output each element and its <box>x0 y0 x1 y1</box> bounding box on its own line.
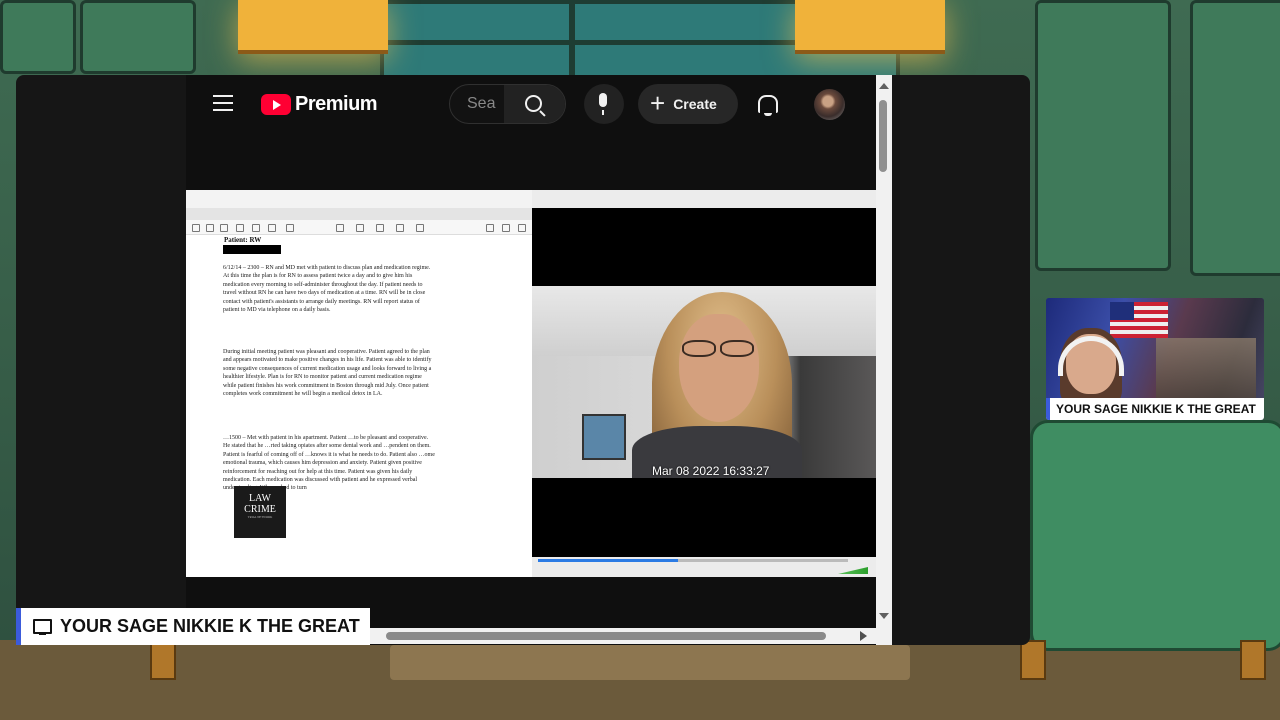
scroll-right-arrow-icon[interactable] <box>860 631 867 641</box>
monitor-icon <box>33 619 52 635</box>
pdf-tab-bar <box>186 208 532 220</box>
chair-leg <box>1020 640 1046 680</box>
rug <box>390 645 910 680</box>
create-label: Create <box>673 96 717 112</box>
logo-line1: LAW <box>249 493 271 504</box>
streamer-webcam: YOUR SAGE NIKKIE K THE GREAT <box>1046 298 1264 420</box>
scroll-up-arrow-icon[interactable] <box>879 83 889 89</box>
redaction-bar <box>223 245 281 254</box>
youtube-play-icon <box>261 94 291 115</box>
scrollbar-thumb[interactable] <box>879 100 887 172</box>
webcam-name-label: YOUR SAGE NIKKIE K THE GREAT <box>1046 398 1264 420</box>
media-player-window: Mar 08 2022 16:33:27 <box>532 190 876 577</box>
law-crime-network-logo: LAW CRIME TRIAL NETWORK <box>234 486 286 538</box>
youtube-header: Premium + Create <box>186 75 876 135</box>
menu-icon[interactable] <box>213 95 233 111</box>
pdf-menu-bar <box>186 200 532 208</box>
vertical-scrollbar[interactable] <box>876 75 892 645</box>
create-button[interactable]: + Create <box>638 84 738 124</box>
search-box <box>449 84 566 124</box>
notifications-bell-icon[interactable] <box>758 95 778 116</box>
wall-panel <box>0 0 76 74</box>
document-paragraph: During initial meeting patient was pleas… <box>223 349 432 398</box>
search-icon <box>525 95 542 112</box>
wall-art <box>582 414 626 460</box>
document-paragraph: …1500 – Met with patient in his apartmen… <box>223 435 435 492</box>
wall-panel <box>1190 0 1280 276</box>
lower-third-banner: YOUR SAGE NIKKIE K THE GREAT <box>16 608 370 645</box>
volume-slider[interactable] <box>838 567 868 574</box>
logo-line2: CRIME <box>244 504 276 515</box>
witness-video-frame: Mar 08 2022 16:33:27 <box>532 286 876 478</box>
video-timestamp: Mar 08 2022 16:33:27 <box>652 464 770 478</box>
plus-icon: + <box>650 88 666 118</box>
wall-panel <box>80 0 196 74</box>
chair-leg <box>1240 640 1266 680</box>
media-controls[interactable] <box>532 557 876 577</box>
logo-sub: TRIAL NETWORK <box>247 515 273 519</box>
flag-decoration <box>1110 302 1168 338</box>
youtube-premium-logo[interactable]: Premium <box>261 93 378 116</box>
pdf-toolbar <box>186 220 532 235</box>
armchair <box>1030 420 1280 651</box>
document-paragraph: 6/12/14 – 2300 – RN and MD met with pati… <box>223 265 431 314</box>
ceiling-lamp-left <box>238 0 388 54</box>
pdf-viewer-window: Patient: RW 6/12/14 – 2300 – RN and MD m… <box>186 190 532 577</box>
account-avatar[interactable] <box>814 89 845 120</box>
wall-panel <box>1035 0 1171 271</box>
video-player[interactable]: Patient: RW 6/12/14 – 2300 – RN and MD m… <box>186 190 876 577</box>
search-input[interactable] <box>450 85 504 123</box>
microphone-icon <box>599 93 607 115</box>
scrollbar-thumb[interactable] <box>386 632 826 640</box>
pdf-title-bar <box>186 190 532 200</box>
scroll-down-arrow-icon[interactable] <box>879 613 889 619</box>
voice-search-button[interactable] <box>584 84 624 124</box>
logo-wordmark: Premium <box>295 93 378 115</box>
lower-third-label: YOUR SAGE NIKKIE K THE GREAT <box>60 616 360 636</box>
chair-leg <box>150 640 176 680</box>
youtube-page: Premium + Create <box>186 75 892 645</box>
document-heading: Patient: RW <box>224 236 262 244</box>
screen-capture-window: Premium + Create <box>16 75 1030 645</box>
seek-bar[interactable] <box>538 559 848 562</box>
search-button[interactable] <box>504 85 565 123</box>
ceiling-lamp-right <box>795 0 945 54</box>
media-player-title-bar <box>532 190 876 208</box>
